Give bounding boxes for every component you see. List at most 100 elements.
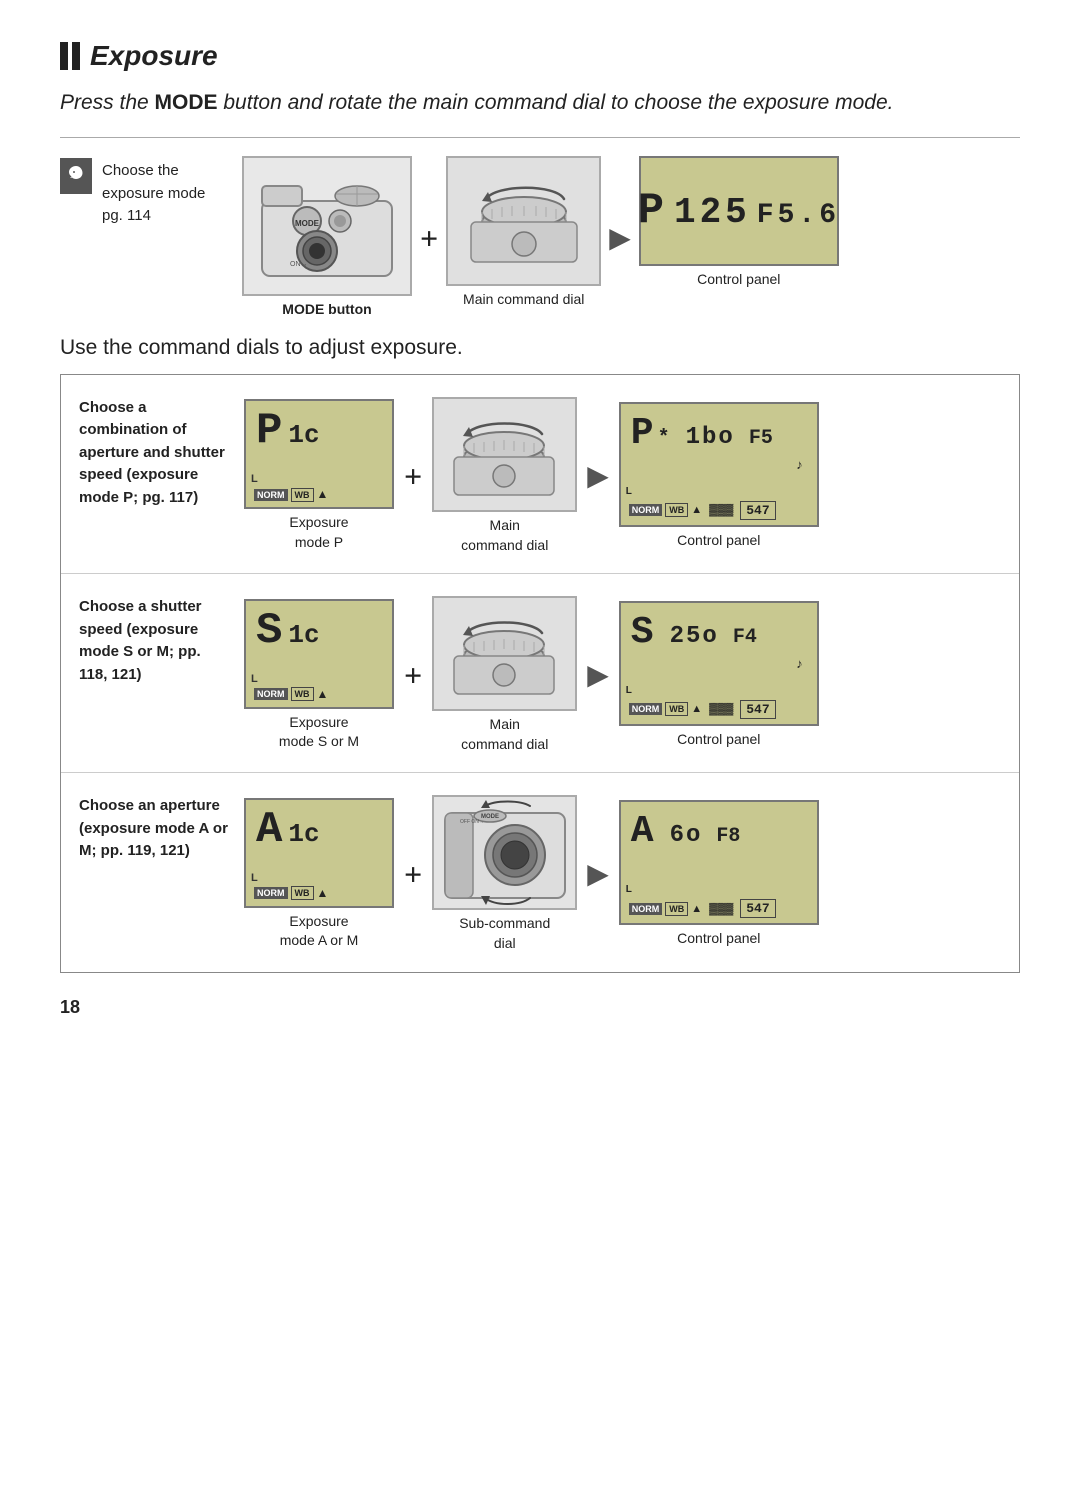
s-ctrl-norm: NORM (629, 703, 663, 715)
s-lcd-l: L (251, 673, 258, 685)
p-ctrl-caption: Control panel (677, 531, 760, 551)
row-s-mode: Choose a shutter speed (exposure mode S … (61, 574, 1019, 773)
main-dial-caption-top: Main command dial (463, 290, 584, 310)
s-ctrl-label: Control panel (677, 731, 760, 747)
s-lcd-group: S 1c L NORM WB ▲ Exposure mode S or M (244, 599, 394, 752)
a-subcmd-group: MODE OFF ON→ Sub-command dial (432, 795, 577, 953)
s-ctrl-battery: ▓▓▓ (709, 703, 733, 715)
svg-text:OFF ON→: OFF ON→ (460, 819, 484, 825)
a-exp-label: Exposure (289, 913, 348, 929)
s-ctrl-nums: 25o (670, 623, 719, 650)
s-ctrl-top: S 25o F4 (631, 611, 807, 654)
p-cmd-label: command dial (461, 537, 548, 553)
a-ctrl-top: A 6o F8 (631, 810, 807, 853)
top-section: Choose the exposure mode pg. 114 MODE (60, 156, 1020, 320)
p-a-tag: ▲ (317, 487, 329, 502)
main-dial-svg-top (456, 164, 591, 279)
a-norm-tag: NORM (254, 887, 288, 899)
p-ctrl-nums: 1bo (686, 424, 735, 451)
a-ctrl-caption: Control panel (677, 929, 760, 949)
s-lcd-caption: Exposure mode S or M (279, 713, 359, 752)
a-wb-tag: WB (291, 886, 314, 900)
a-ctrl-wb: WB (665, 902, 688, 916)
svg-text:ON→: ON→ (290, 261, 308, 268)
choose-line3: pg. 114 (102, 207, 151, 224)
p-note: ♪ (796, 457, 803, 472)
a-sub-label: Sub-command (459, 915, 550, 931)
a-lcd-display: A 1c L NORM WB ▲ (244, 798, 394, 908)
a-subcmd-svg: MODE OFF ON→ (440, 798, 570, 908)
arrow-a: ▶ (587, 857, 609, 891)
main-dial-label-top: Main command dial (463, 291, 584, 307)
ctrl-panel-top-label: Control panel (697, 271, 780, 287)
a-ctrl-battery: ▓▓▓ (709, 903, 733, 915)
p-lcd-num: 1c (288, 422, 319, 448)
intro-press: Press the (60, 91, 155, 114)
p-ctrl-top: P * 1bo F5 (631, 412, 807, 455)
arrow-s: ▶ (587, 658, 609, 692)
p-ctrl-group: P * 1bo F5 ♪ L NORM WB ▲ (619, 402, 819, 551)
s-mode-char: S (256, 609, 282, 653)
a-ctrl-norm: NORM (629, 903, 663, 915)
a-lcd-top: A 1c (256, 808, 382, 852)
main-instruction-box: Choose a combination of aperture and shu… (60, 374, 1020, 973)
control-panel-top-caption: Control panel (697, 270, 780, 290)
intro-paragraph: Press the MODE button and rotate the mai… (60, 88, 1020, 117)
page-title: Exposure (90, 40, 218, 72)
intro-button-italic: button (218, 91, 282, 114)
top-divider (60, 137, 1020, 138)
p-ctrl-mode: P (631, 412, 654, 455)
p-lcd-display: P 1c L NORM WB ▲ (244, 399, 394, 509)
p-ctrl-iso: 547 (740, 501, 775, 520)
intro-rest: and rotate the main command dial to choo… (282, 91, 894, 114)
plus-1: + (420, 220, 438, 257)
s-ctrl-f: F4 (733, 626, 757, 649)
choose-exposure-label: Choose the exposure mode pg. 114 (102, 158, 232, 228)
a-ctrl-l: L (626, 884, 632, 895)
s-main-label: Main (490, 716, 520, 732)
a-ctrl-group: A 6o F8 ♪ L NORM WB ▲ ▓▓▓ (619, 800, 819, 949)
main-dial-image-top (446, 156, 601, 286)
p-lcd-group: P 1c L NORM WB ▲ Exposure mode P (244, 399, 394, 552)
title-bar-2 (72, 42, 80, 70)
arrow-p: ▶ (587, 459, 609, 493)
a-a-tag: ▲ (317, 886, 329, 901)
s-dial-image (432, 596, 577, 711)
choose-line2: exposure mode (102, 185, 205, 202)
a-ctrl-bottom-icons: NORM WB ▲ ▓▓▓ 547 (629, 899, 776, 918)
a-mode-char: A (256, 808, 282, 852)
s-ctrl-caption: Control panel (677, 730, 760, 750)
sub-title: Use the command dials to adjust exposure… (60, 336, 1020, 360)
ctrl-top-nums: 125 (674, 192, 751, 233)
a-subcmd-caption: Sub-command dial (459, 914, 550, 953)
s-ctrl-wb: WB (665, 702, 688, 716)
a-ctrl-mode: A (631, 810, 654, 853)
s-dial-group: Main command dial (432, 596, 577, 754)
title-decoration (60, 42, 80, 70)
a-ctrl-label: Control panel (677, 930, 760, 946)
p-ctrl-panel: P * 1bo F5 ♪ L NORM WB ▲ (619, 402, 819, 527)
row-s-label-text: Choose a shutter speed (exposure mode S … (79, 598, 202, 683)
s-exp-label: Exposure (289, 714, 348, 730)
plus-a: + (404, 856, 422, 893)
s-lcd-display: S 1c L NORM WB ▲ (244, 599, 394, 709)
section-title: Exposure (60, 40, 1020, 72)
p-lcd-bottom: NORM WB ▲ (254, 487, 328, 502)
bird-icon (64, 164, 88, 188)
row-s-content: S 1c L NORM WB ▲ Exposure mode S or M + (244, 596, 1001, 754)
p-lcd-l: L (251, 473, 258, 485)
p-ctrl-norm: NORM (629, 504, 663, 516)
p-ctrl-battery: ▓▓▓ (709, 504, 733, 516)
p-exp-label: Exposure (289, 514, 348, 530)
a-lcd-l: L (251, 872, 258, 884)
arrow-1: ▶ (609, 221, 631, 255)
s-ctrl-group: S 25o F4 ♪ L NORM WB ▲ ▓▓▓ (619, 601, 819, 750)
row-s-label: Choose a shutter speed (exposure mode S … (79, 596, 244, 686)
side-icon (60, 158, 92, 194)
s-cmd-label: command dial (461, 736, 548, 752)
s-lcd-top: S 1c (256, 609, 382, 653)
p-ctrl-l: L (626, 486, 632, 497)
camera-top-image: MODE ON→ (242, 156, 412, 296)
p-ctrl-wb: WB (665, 503, 688, 517)
a-ctrl-panel: A 6o F8 ♪ L NORM WB ▲ ▓▓▓ (619, 800, 819, 925)
